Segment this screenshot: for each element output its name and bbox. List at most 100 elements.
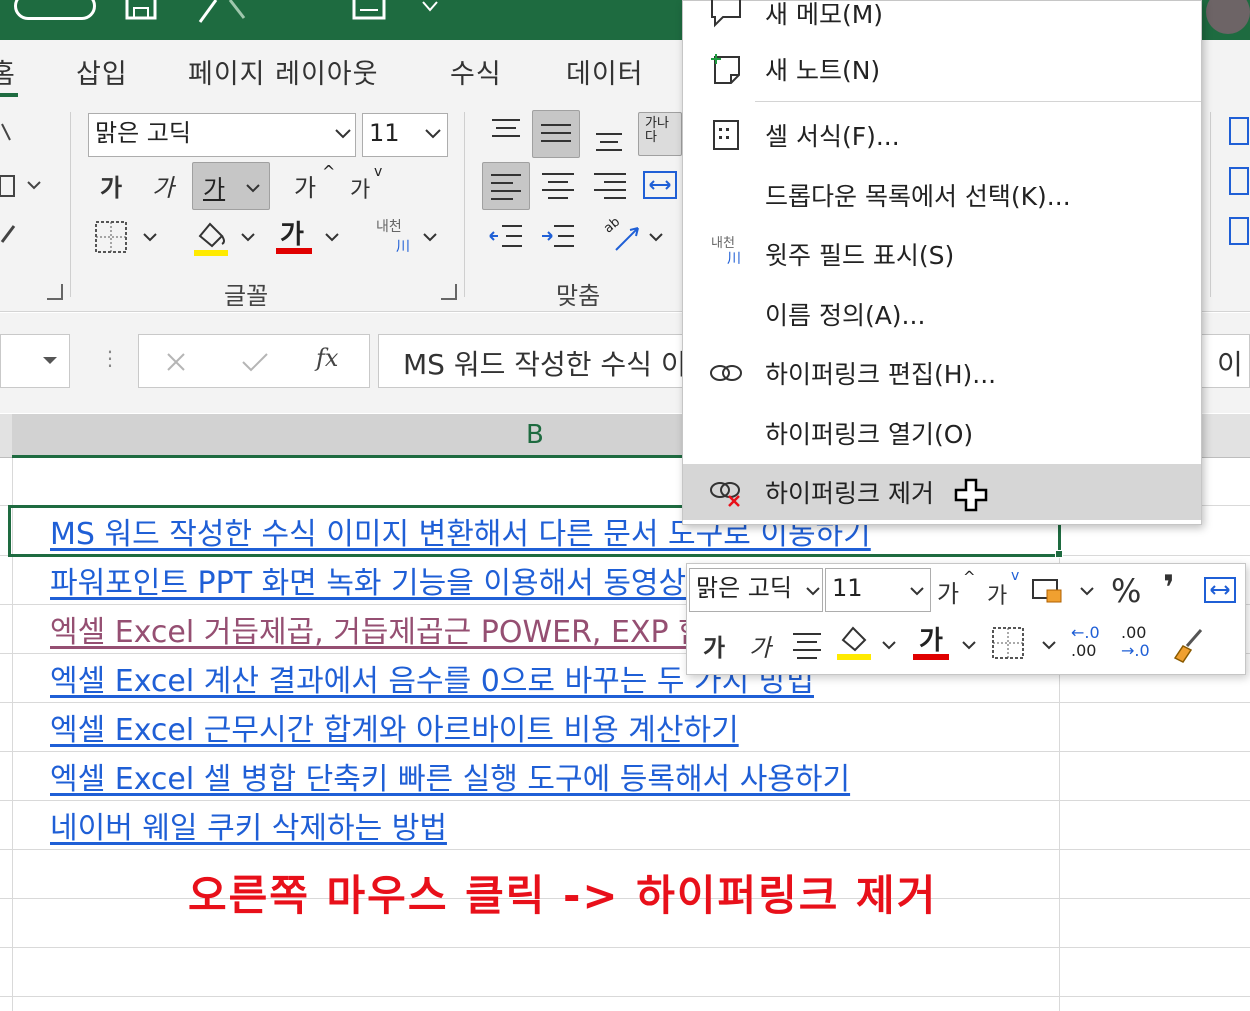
hyperlink-cell[interactable]: 엑셀 Excel 셀 병합 단축키 빠른 실행 도구에 등록해서 사용하기 bbox=[50, 754, 850, 798]
decrease-indent-icon[interactable] bbox=[488, 220, 524, 254]
font-color-dropdown-icon[interactable] bbox=[324, 232, 340, 244]
font-color-button[interactable]: 가 bbox=[276, 214, 316, 258]
clipboard-launcher-icon[interactable] bbox=[47, 284, 63, 300]
mini-font-color-dropdown-icon[interactable] bbox=[961, 640, 977, 652]
fill-color-icon[interactable] bbox=[192, 218, 232, 258]
mini-font-size-dropdown-icon[interactable] bbox=[909, 586, 925, 598]
fill-handle[interactable] bbox=[1055, 550, 1063, 558]
fill-color-dropdown-icon[interactable] bbox=[240, 232, 256, 244]
save-icon[interactable] bbox=[124, 0, 158, 22]
mini-format-painter-icon[interactable] bbox=[1169, 624, 1209, 664]
menu-item-remove-hyperlink[interactable]: 하이퍼링크 제거 bbox=[683, 464, 1201, 520]
menu-item-show-phonetic[interactable]: 내천 川 윗주 필드 표시(S) bbox=[683, 226, 1201, 282]
mini-align-center-icon[interactable] bbox=[789, 628, 825, 662]
menu-item-format-cells[interactable]: 셀 서식(F)... bbox=[683, 107, 1201, 163]
insert-function-icon[interactable]: fx bbox=[316, 344, 338, 372]
merge-center-icon[interactable] bbox=[642, 168, 682, 204]
mini-merge-center-icon[interactable] bbox=[1203, 576, 1239, 606]
copy-icon[interactable] bbox=[0, 172, 44, 202]
underline-label: 가 bbox=[203, 175, 226, 203]
format-table-icon[interactable] bbox=[1228, 166, 1250, 198]
mini-borders-icon[interactable] bbox=[991, 626, 1027, 660]
cell-styles-icon[interactable] bbox=[1228, 216, 1250, 248]
accounting-format-icon[interactable] bbox=[1031, 576, 1067, 606]
tab-insert[interactable]: 삽입 bbox=[76, 52, 128, 91]
grow-font-button[interactable]: 가 bbox=[294, 168, 316, 203]
mini-fill-color-icon[interactable] bbox=[835, 624, 875, 664]
font-color-label: 가 bbox=[280, 220, 304, 250]
orientation-button[interactable]: ab bbox=[601, 215, 644, 256]
menu-item-define-name[interactable]: 이름 정의(A)... bbox=[683, 286, 1201, 342]
menu-item-pick-from-list[interactable]: 드롭다운 목록에서 선택(K)... bbox=[683, 167, 1201, 223]
phonetic-dropdown-icon[interactable] bbox=[422, 232, 438, 244]
borders-icon[interactable] bbox=[94, 220, 130, 254]
underline-button[interactable]: 가 bbox=[192, 162, 270, 210]
wrap-text-button[interactable]: 가나 다 bbox=[638, 112, 682, 156]
cancel-icon[interactable] bbox=[164, 350, 188, 374]
mini-grow-font-button[interactable]: 가 bbox=[937, 574, 959, 609]
mini-fill-dropdown-icon[interactable] bbox=[881, 640, 897, 652]
font-name-box[interactable]: 맑은 고딕 bbox=[88, 113, 356, 157]
ribbon-divider bbox=[464, 112, 465, 297]
menu-item-new-comment[interactable]: 새 메모(M) bbox=[683, 0, 1201, 41]
autosave-toggle[interactable] bbox=[14, 0, 96, 20]
percent-style-button[interactable]: % bbox=[1111, 572, 1141, 610]
shrink-font-arrow-icon: v bbox=[374, 164, 383, 180]
name-box-dropdown-icon[interactable] bbox=[41, 355, 59, 367]
format-painter-icon[interactable] bbox=[0, 220, 20, 246]
align-center-icon[interactable] bbox=[538, 166, 578, 206]
context-menu: 새 메모(M) 새 노트(N) 셀 서식(F)... 드롭다운 목록에서 선택(… bbox=[682, 0, 1202, 525]
tab-home[interactable]: 홈 bbox=[0, 52, 16, 91]
menu-item-new-note[interactable]: 새 노트(N) bbox=[683, 41, 1201, 97]
align-left-button[interactable] bbox=[482, 162, 530, 210]
new-comment-icon bbox=[711, 0, 741, 28]
tab-page-layout[interactable]: 페이지 레이아웃 bbox=[188, 52, 378, 91]
mini-font-name-dropdown-icon[interactable] bbox=[805, 586, 821, 598]
mini-italic-button[interactable]: 가 bbox=[749, 628, 771, 663]
font-name-dropdown-icon[interactable] bbox=[334, 128, 352, 140]
align-top-icon[interactable] bbox=[488, 116, 524, 146]
tab-formulas[interactable]: 수식 bbox=[450, 52, 502, 91]
comma-style-button[interactable]: ❜ bbox=[1163, 568, 1175, 608]
align-right-icon[interactable] bbox=[590, 166, 630, 206]
cut-icon[interactable] bbox=[0, 122, 14, 144]
hyperlink-cell[interactable]: 파워포인트 PPT 화면 녹화 기능을 이용해서 동영상 만들기 bbox=[50, 558, 778, 602]
account-avatar[interactable] bbox=[1206, 0, 1250, 34]
mini-borders-dropdown-icon[interactable] bbox=[1041, 640, 1057, 652]
tab-home-underline bbox=[0, 93, 18, 97]
decrease-decimal-button[interactable]: .00 →.0 bbox=[1121, 624, 1161, 664]
accounting-dropdown-icon[interactable] bbox=[1079, 586, 1095, 598]
move-cursor-icon bbox=[954, 478, 988, 512]
mini-grow-arrow-icon: ^ bbox=[963, 568, 976, 586]
orientation-dropdown-icon[interactable] bbox=[648, 232, 664, 244]
instruction-caption: 오른쪽 마우스 클릭 -> 하이퍼링크 제거 bbox=[188, 871, 938, 920]
italic-button[interactable]: 가 bbox=[152, 168, 174, 203]
mini-font-name-box[interactable]: 맑은 고딕 bbox=[689, 568, 823, 612]
enter-icon[interactable] bbox=[240, 350, 270, 374]
borders-dropdown-icon[interactable] bbox=[142, 232, 158, 244]
increase-indent-icon[interactable] bbox=[540, 220, 576, 254]
quick-print-icon[interactable] bbox=[350, 0, 388, 22]
menu-item-edit-hyperlink[interactable]: 하이퍼링크 편집(H)... bbox=[683, 345, 1201, 401]
underline-dropdown-icon[interactable] bbox=[245, 183, 261, 195]
increase-decimal-top: ←.0 bbox=[1071, 623, 1100, 642]
font-launcher-icon[interactable] bbox=[441, 284, 457, 300]
align-bottom-icon[interactable] bbox=[592, 124, 626, 156]
increase-decimal-button[interactable]: ←.0 .00 bbox=[1071, 624, 1111, 664]
mini-shrink-font-button[interactable]: 가 bbox=[987, 578, 1007, 610]
conditional-format-icon[interactable] bbox=[1228, 116, 1250, 148]
shrink-font-button[interactable]: 가 bbox=[350, 172, 370, 204]
hyperlink-cell[interactable]: 네이버 웨일 쿠키 삭제하는 방법 bbox=[50, 803, 447, 847]
mini-bold-button[interactable]: 가 bbox=[703, 628, 725, 663]
bold-button[interactable]: 가 bbox=[100, 168, 122, 203]
hyperlink-cell[interactable]: 엑셀 Excel 근무시간 합계와 아르바이트 비용 계산하기 bbox=[50, 705, 739, 749]
undo-icon[interactable] bbox=[196, 0, 256, 24]
qat-customize-icon[interactable] bbox=[420, 0, 440, 14]
menu-item-open-hyperlink[interactable]: 하이퍼링크 열기(O) bbox=[683, 405, 1201, 461]
phonetic-button[interactable]: 내천 bbox=[376, 216, 402, 236]
font-size-dropdown-icon[interactable] bbox=[424, 128, 442, 140]
name-box[interactable] bbox=[0, 334, 70, 388]
tab-data[interactable]: 데이터 bbox=[566, 52, 644, 91]
align-middle-button[interactable] bbox=[532, 110, 580, 158]
mini-font-color-button[interactable]: 가 bbox=[913, 620, 953, 664]
